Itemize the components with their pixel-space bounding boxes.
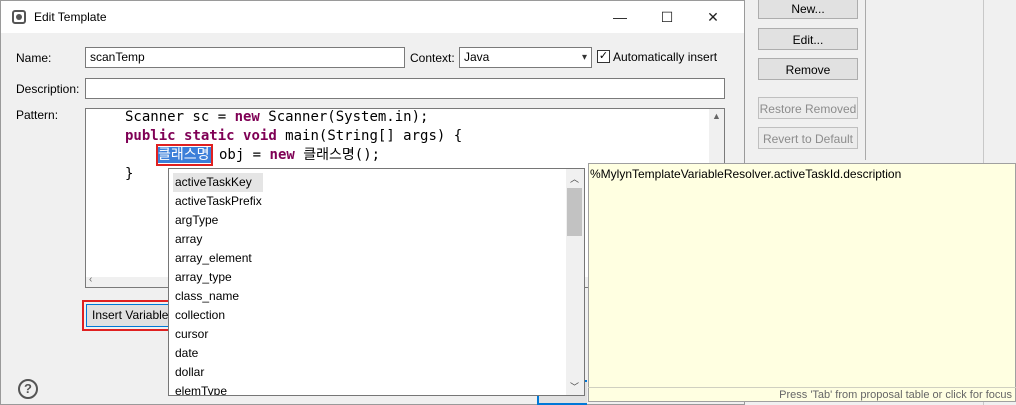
proposal-item[interactable]: array	[173, 230, 204, 249]
maximize-button[interactable]: ☐	[651, 4, 683, 30]
insert-variable-callout-box	[82, 300, 171, 331]
auto-insert-label: Automatically insert	[613, 50, 718, 64]
close-button[interactable]: ✕	[697, 4, 729, 30]
chevron-down-icon: ▾	[581, 52, 587, 63]
variable-info-popup[interactable]	[588, 163, 1016, 402]
proposal-scrollbar-thumb[interactable]	[567, 188, 582, 236]
variable-proposal-list[interactable]: activeTaskKey activeTaskPrefix argType a…	[168, 168, 585, 396]
proposal-item[interactable]: argType	[173, 211, 220, 230]
help-icon[interactable]: ?	[18, 379, 38, 399]
proposal-item[interactable]: class_name	[173, 287, 241, 306]
proposal-item[interactable]: elemType	[173, 382, 229, 395]
dialog-title: Edit Template	[34, 10, 107, 24]
proposal-item[interactable]: dollar	[173, 363, 206, 382]
description-field[interactable]	[85, 78, 725, 99]
context-select[interactable]: Java ▾	[459, 47, 592, 68]
revert-to-default-button[interactable]: Revert to Default	[758, 127, 858, 149]
name-field[interactable]: scanTemp	[85, 47, 405, 68]
restore-removed-button[interactable]: Restore Removed	[758, 97, 858, 119]
description-label: Description:	[16, 82, 80, 96]
pattern-line-1: Scanner sc = new Scanner(System.in);	[125, 109, 429, 125]
name-label: Name:	[16, 51, 52, 65]
scroll-up-icon[interactable]: ▲	[712, 111, 721, 121]
chevron-up-icon[interactable]: ︿	[570, 172, 579, 185]
eclipse-app-icon	[12, 10, 26, 24]
remove-template-button[interactable]: Remove	[758, 58, 858, 80]
auto-insert-checkbox[interactable]: ✓	[597, 50, 610, 63]
background-divider	[865, 0, 866, 160]
proposal-item[interactable]: activeTaskKey	[173, 173, 263, 192]
context-label: Context:	[410, 51, 455, 65]
pattern-label: Pattern:	[16, 108, 59, 122]
proposal-item[interactable]: cursor	[173, 325, 210, 344]
scroll-left-icon[interactable]: ‹	[89, 274, 92, 285]
chevron-down-icon[interactable]: ﹀	[570, 380, 579, 393]
proposal-item[interactable]: collection	[173, 306, 227, 325]
proposal-item[interactable]: array_type	[173, 268, 234, 287]
minimize-button[interactable]: —	[604, 4, 636, 30]
variable-description: %MylynTemplateVariableResolver.activeTas…	[590, 167, 902, 181]
context-select-value: Java	[464, 50, 490, 64]
pattern-line-4: }	[125, 166, 134, 182]
proposal-item[interactable]: date	[173, 344, 200, 363]
new-template-button[interactable]: New...	[758, 0, 858, 19]
edit-template-button[interactable]: Edit...	[758, 28, 858, 50]
proposal-item[interactable]: array_element	[173, 249, 254, 268]
variable-callout-box	[156, 144, 213, 166]
info-popup-status: Press 'Tab' from proposal table or click…	[588, 387, 1016, 402]
proposal-item[interactable]: activeTaskPrefix	[173, 192, 264, 211]
